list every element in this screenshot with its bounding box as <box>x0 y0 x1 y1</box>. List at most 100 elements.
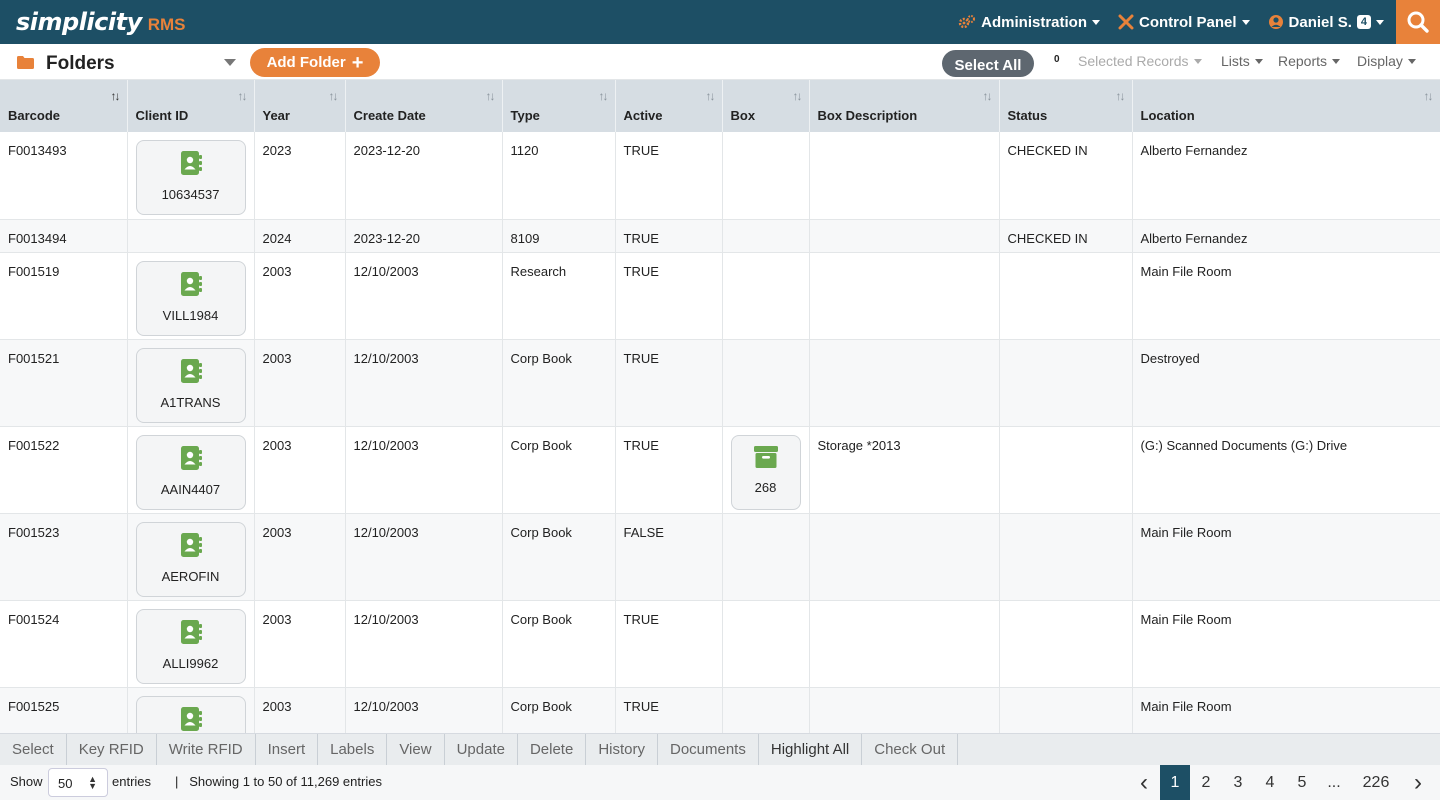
column-header-status[interactable]: Status ↑↓ <box>999 80 1133 132</box>
page-button[interactable]: 3 <box>1222 765 1254 800</box>
table-row[interactable]: F0013493 10634537 2023 2023-12-20 1120 TRUE CH… <box>0 132 1440 220</box>
column-header-box-description[interactable]: Box Description ↑↓ <box>809 80 1000 132</box>
search-button[interactable] <box>1396 0 1440 44</box>
action-check-out-button[interactable]: Check Out <box>862 734 959 765</box>
sort-icon[interactable]: ↑↓ <box>1424 89 1434 103</box>
cell-create-date: 12/10/2003 <box>345 687 503 733</box>
cell-barcode: F0013494 <box>0 219 128 253</box>
client-card[interactable]: A1TRANS <box>135 347 246 423</box>
page-button[interactable]: 4 <box>1254 765 1286 800</box>
client-card[interactable]: ALLI9962 <box>135 608 246 684</box>
cell-active: TRUE <box>615 219 723 253</box>
page-button[interactable]: 226 <box>1350 765 1402 800</box>
action-history-button[interactable]: History <box>586 734 658 765</box>
reports-menu[interactable]: Reports <box>1278 53 1341 69</box>
chevron-down-icon <box>1332 58 1341 64</box>
cell-barcode: F001524 <box>0 600 128 688</box>
lists-menu[interactable]: Lists <box>1221 53 1263 69</box>
display-menu[interactable]: Display <box>1357 53 1416 69</box>
add-folder-label: Add Folder <box>266 54 346 71</box>
action-write-rfid-button[interactable]: Write RFID <box>157 734 256 765</box>
sort-ascending-icon[interactable]: ↑↓ <box>111 89 121 103</box>
sort-icon[interactable]: ↑↓ <box>329 89 339 103</box>
sort-icon[interactable]: ↑↓ <box>238 89 248 103</box>
cell-create-date: 12/10/2003 <box>345 426 503 514</box>
table-row[interactable]: F001519 VILL1984 2003 12/10/2003 Research TRU… <box>0 252 1440 340</box>
table-row[interactable]: F0013494 2024 2023-12-20 8109 TRUE CHECKED IN… <box>0 219 1440 253</box>
action-labels-button[interactable]: Labels <box>318 734 388 765</box>
page-size-select[interactable]: 50 ▲ ▼ <box>48 768 108 797</box>
cell-location: Destroyed <box>1132 339 1440 427</box>
select-all-button[interactable]: Select All <box>942 50 1034 77</box>
column-header-box[interactable]: Box ↑↓ <box>722 80 810 132</box>
cell-status <box>999 426 1133 514</box>
action-update-button[interactable]: Update <box>445 734 518 765</box>
cell-box-description <box>809 219 1000 253</box>
action-view-button[interactable]: View <box>387 734 445 765</box>
user-menu[interactable]: Daniel S. 4 <box>1268 14 1384 31</box>
table-row[interactable]: F001522 AAIN4407 2003 12/10/2003 Corp Book TR… <box>0 426 1440 514</box>
sort-icon[interactable]: ↑↓ <box>599 89 609 103</box>
column-header-location[interactable]: Location ↑↓ <box>1132 80 1440 132</box>
page-button[interactable]: 2 <box>1190 765 1222 800</box>
folders-table-container: Barcode ↑↓ Client ID ↑↓ Year ↑↓ Create Date… <box>0 80 1440 733</box>
page-button[interactable]: 1 <box>1160 765 1190 800</box>
table-row[interactable]: F001523 AEROFIN 2003 12/10/2003 Corp Book FAL… <box>0 513 1440 601</box>
cell-barcode: F001519 <box>0 252 128 340</box>
sort-icon[interactable]: ↑↓ <box>983 89 993 103</box>
column-header-label: Box <box>730 108 756 123</box>
action-delete-button[interactable]: Delete <box>518 734 587 765</box>
column-header-active[interactable]: Active ↑↓ <box>615 80 723 132</box>
chevron-left-icon[interactable]: ‹ <box>1128 765 1160 800</box>
page-button[interactable]: 5 <box>1286 765 1318 800</box>
add-folder-button[interactable]: Add Folder + <box>250 48 380 77</box>
column-header-type[interactable]: Type ↑↓ <box>502 80 616 132</box>
action-documents-button[interactable]: Documents <box>658 734 759 765</box>
client-card[interactable]: AEROFIN <box>135 521 246 597</box>
cell-create-date: 12/10/2003 <box>345 600 503 688</box>
cell-client-id <box>127 219 255 253</box>
cell-year: 2024 <box>254 219 346 253</box>
table-row[interactable]: F001524 ALLI9962 2003 12/10/2003 Corp Book TR… <box>0 600 1440 688</box>
client-card[interactable]: VILL1984 <box>135 260 246 336</box>
user-name: Daniel S. <box>1288 13 1352 31</box>
cell-active: FALSE <box>615 513 723 601</box>
cell-year: 2003 <box>254 426 346 514</box>
column-header-label: Box Description <box>817 108 918 123</box>
table-row[interactable]: F001525 2003 12/10/2003 Corp Book TRUE Main F… <box>0 687 1440 733</box>
column-header-year[interactable]: Year ↑↓ <box>254 80 346 132</box>
top-navbar: simplicity RMS Administration Control Pa… <box>0 0 1440 44</box>
action-select-button[interactable]: Select <box>0 734 67 765</box>
sort-icon[interactable]: ↑↓ <box>1116 89 1126 103</box>
column-header-barcode[interactable]: Barcode ↑↓ <box>0 80 128 132</box>
action-key-rfid-button[interactable]: Key RFID <box>67 734 157 765</box>
control-panel-menu[interactable]: Control Panel <box>1118 14 1250 31</box>
sort-icon[interactable]: ↑↓ <box>793 89 803 103</box>
client-card[interactable] <box>135 695 246 733</box>
sort-icon[interactable]: ↑↓ <box>706 89 716 103</box>
action-highlight-all-button[interactable]: Highlight All <box>759 734 863 765</box>
app-logo[interactable]: simplicity RMS <box>16 8 186 36</box>
chevron-right-icon[interactable]: › <box>1402 765 1434 800</box>
box-card[interactable]: 268 <box>730 434 801 510</box>
client-card[interactable]: 10634537 <box>135 140 246 215</box>
logo-text: simplicity <box>16 8 142 36</box>
title-dropdown-icon[interactable] <box>224 59 236 66</box>
column-header-client-id[interactable]: Client ID ↑↓ <box>127 80 255 132</box>
cell-location: Alberto Fernandez <box>1132 219 1440 253</box>
cell-type: Research <box>502 252 616 340</box>
page-title: Folders <box>46 53 115 74</box>
table-row[interactable]: F001521 A1TRANS 2003 12/10/2003 Corp Book TRU… <box>0 339 1440 427</box>
sort-icon[interactable]: ↑↓ <box>486 89 496 103</box>
pagination: ‹ 1 2 3 4 5... 226 › <box>1128 765 1434 800</box>
column-header-label: Barcode <box>8 108 61 123</box>
column-header-create-date[interactable]: Create Date ↑↓ <box>345 80 503 132</box>
cell-location: Main File Room <box>1132 600 1440 688</box>
contact-book-icon <box>180 151 202 178</box>
administration-menu[interactable]: Administration <box>958 14 1100 31</box>
action-insert-button[interactable]: Insert <box>256 734 319 765</box>
selected-records-menu[interactable]: Selected Records <box>1078 53 1202 69</box>
entries-label: entries <box>112 774 152 789</box>
cell-create-date: 12/10/2003 <box>345 339 503 427</box>
client-card[interactable]: AAIN4407 <box>135 434 246 510</box>
